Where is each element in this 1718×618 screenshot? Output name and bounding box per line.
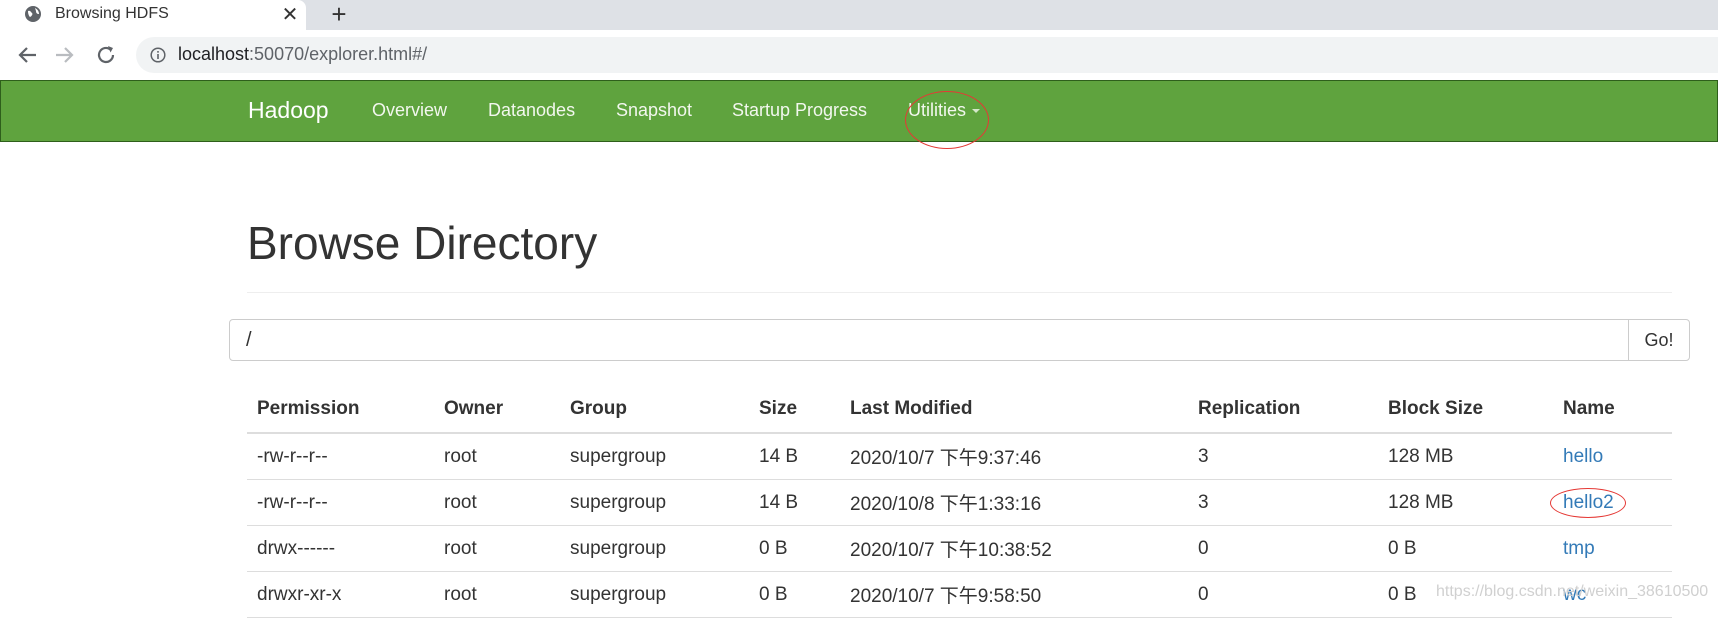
globe-icon — [24, 5, 42, 23]
nav-overview[interactable]: Overview — [372, 100, 447, 121]
forward-arrow-icon[interactable] — [52, 43, 76, 67]
cell-last-modified: 2020/10/7 下午9:37:46 — [840, 433, 1188, 480]
column-header[interactable]: Block Size — [1378, 386, 1553, 434]
cell-name: tmp — [1553, 525, 1672, 572]
caret-down-icon — [972, 109, 981, 114]
nav-utilities[interactable]: Utilities — [908, 100, 981, 121]
url-path: :50070/explorer.html#/ — [249, 44, 428, 64]
divider — [247, 292, 1672, 293]
cell-replication: 0 — [1188, 571, 1378, 618]
cell-owner: root — [434, 525, 560, 572]
cell-owner: root — [434, 479, 560, 526]
cell-permission: -rw-r--r-- — [247, 479, 434, 526]
cell-group: supergroup — [560, 571, 749, 618]
column-header[interactable]: Owner — [434, 386, 560, 434]
file-link-hello2[interactable]: hello2 — [1563, 492, 1614, 513]
table-row: drwx------ root supergroup 0 B 2020/10/7… — [247, 525, 1672, 572]
cell-last-modified: 2020/10/8 下午1:33:16 — [840, 479, 1188, 526]
cell-owner: root — [434, 571, 560, 618]
table-row: -rw-r--r-- root supergroup 14 B 2020/10/… — [247, 433, 1672, 480]
cell-last-modified: 2020/10/7 下午10:38:52 — [840, 525, 1188, 572]
column-header[interactable]: Name — [1553, 386, 1672, 434]
cell-block-size: 128 MB — [1378, 479, 1553, 526]
watermark: https://blog.csdn.net/weixin_38610500 — [1436, 583, 1709, 600]
url-host: localhost — [178, 44, 250, 64]
column-header[interactable]: Permission — [247, 386, 434, 434]
column-header[interactable]: Last Modified — [840, 386, 1188, 434]
cell-owner: root — [434, 433, 560, 480]
cell-replication: 0 — [1188, 525, 1378, 572]
reload-icon[interactable] — [94, 43, 118, 67]
column-header[interactable]: Replication — [1188, 386, 1378, 434]
cell-group: supergroup — [560, 433, 749, 480]
directory-path-input[interactable] — [229, 319, 1629, 361]
cell-replication: 3 — [1188, 479, 1378, 526]
cell-replication: 3 — [1188, 433, 1378, 480]
page-title: Browse Directory — [247, 217, 598, 269]
hadoop-navbar: Hadoop Overview Datanodes Snapshot Start… — [0, 80, 1718, 142]
cell-block-size: 128 MB — [1378, 433, 1553, 480]
address-bar[interactable]: localhost:50070/explorer.html#/ — [136, 37, 1718, 73]
cell-name: hello2 — [1553, 479, 1672, 526]
nav-utilities-label: Utilities — [908, 100, 967, 120]
cell-group: supergroup — [560, 525, 749, 572]
file-link-tmp[interactable]: tmp — [1563, 538, 1595, 559]
nav-datanodes[interactable]: Datanodes — [488, 100, 575, 121]
column-header[interactable]: Size — [749, 386, 840, 434]
browser-tab-strip: Browsing HDFS ✕ + — [0, 0, 1718, 30]
address-url: localhost:50070/explorer.html#/ — [178, 44, 427, 65]
back-arrow-icon[interactable] — [16, 43, 40, 67]
cell-last-modified: 2020/10/7 下午9:58:50 — [840, 571, 1188, 618]
cell-size: 0 B — [749, 571, 840, 618]
new-tab-icon[interactable]: + — [326, 0, 352, 29]
tab-title: Browsing HDFS — [55, 5, 169, 22]
browser-tab[interactable]: Browsing HDFS ✕ — [0, 0, 306, 30]
cell-permission: drwx------ — [247, 525, 434, 572]
table-header-row: Permission Owner Group Size Last Modifie… — [247, 386, 1672, 434]
cell-size: 14 B — [749, 433, 840, 480]
file-link-hello[interactable]: hello — [1563, 446, 1603, 467]
table-row: -rw-r--r-- root supergroup 14 B 2020/10/… — [247, 479, 1672, 526]
navbar-brand[interactable]: Hadoop — [248, 97, 329, 124]
info-icon[interactable] — [150, 47, 166, 63]
cell-permission: -rw-r--r-- — [247, 433, 434, 480]
go-button[interactable]: Go! — [1628, 319, 1690, 361]
column-header[interactable]: Group — [560, 386, 749, 434]
cell-block-size: 0 B — [1378, 525, 1553, 572]
cell-size: 0 B — [749, 525, 840, 572]
browser-toolbar: localhost:50070/explorer.html#/ — [0, 30, 1718, 80]
cell-permission: drwxr-xr-x — [247, 571, 434, 618]
nav-snapshot[interactable]: Snapshot — [616, 100, 692, 121]
close-icon[interactable]: ✕ — [280, 2, 300, 26]
nav-startup-progress[interactable]: Startup Progress — [732, 100, 867, 121]
cell-size: 14 B — [749, 479, 840, 526]
cell-group: supergroup — [560, 479, 749, 526]
cell-name: hello — [1553, 433, 1672, 480]
